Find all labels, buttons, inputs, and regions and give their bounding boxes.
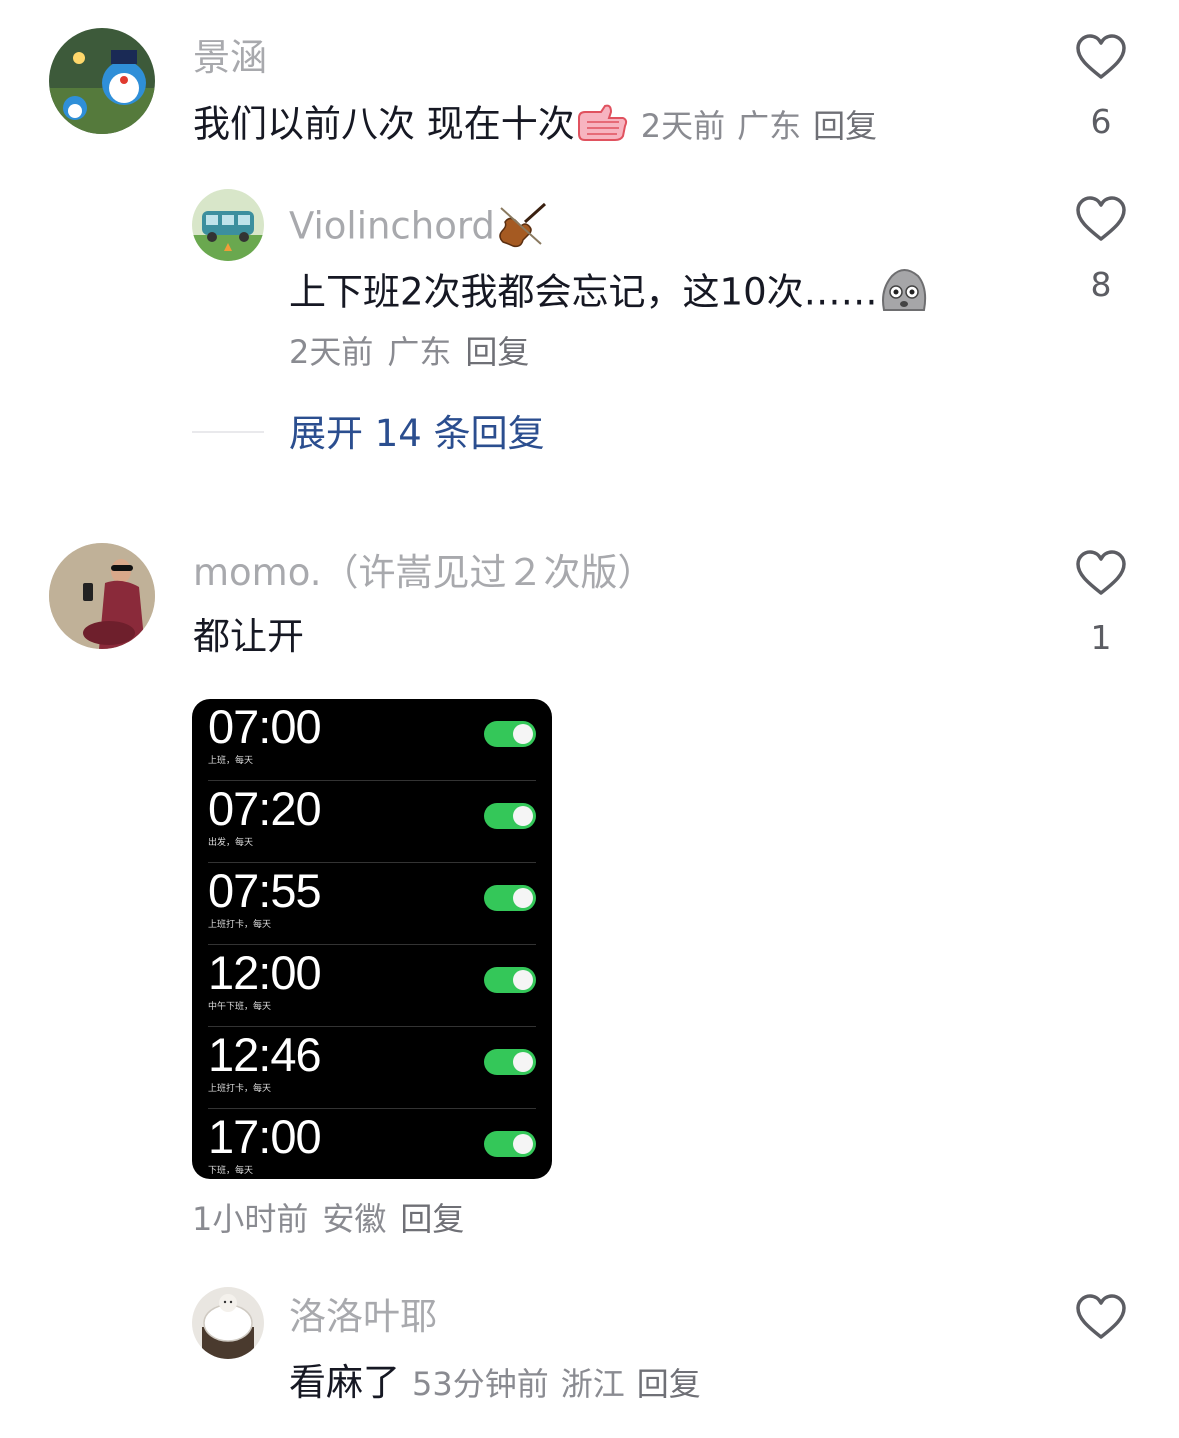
alarm-toggle [484,885,536,911]
comment-username[interactable]: 景涵 [193,39,267,76]
reply-location: 浙江 [560,1365,625,1403]
reply-meta: 2天前 广东 回复 [289,336,543,368]
reply-button[interactable]: 回复 [400,1200,464,1238]
alarm-row: 17:00 下班，每天 [192,1109,552,1179]
reply-time: 2天前 [289,333,374,371]
reply-username-line: Violinchord [289,200,551,256]
alarm-time: 07:55 [208,864,322,917]
expand-divider [192,431,264,433]
avatar-image [49,28,155,134]
alarm-toggle [484,1131,536,1157]
comment-username[interactable]: momo.（许嵩见过２次版） [193,554,654,591]
comment-text: 我们以前八次 现在十次 [193,102,575,146]
thumbs-up-emoji-icon [575,104,629,148]
alarm-row: 07:00 上班，每天 [192,699,552,781]
alarm-time: 12:46 [208,1028,322,1081]
alarm-row: 12:46 上班打卡，每天 [192,1027,552,1109]
avatar-image [192,1287,264,1359]
alarm-toggle [484,967,536,993]
reply-text: 看麻了 [289,1361,400,1404]
comment-image-attachment[interactable]: 07:00 上班，每天 07:20 出发，每天 07:55 上班打卡，每天 12… [192,699,552,1179]
reply-username[interactable]: Violinchord [289,205,495,248]
shocked-face-emoji-icon [878,266,930,322]
comment-time: 1小时前 [192,1200,309,1238]
comment-location: 广东 [737,106,802,145]
reply-button[interactable]: 回复 [813,107,877,145]
avatar-image [49,543,155,649]
alarm-label: 上班打卡，每天 [208,1084,272,1094]
like-count: 6 [1090,102,1112,141]
comment-text-line: 我们以前八次 现在十次 2天前 广东 回复 [193,104,889,148]
reply-button[interactable]: 回复 [637,1365,701,1403]
heart-icon [1076,196,1126,241]
like-button[interactable] [1066,195,1136,243]
alarm-label: 中午下班，每天 [208,1002,272,1012]
reply-location: 广东 [387,333,452,371]
reply-time: 53分钟前 [412,1365,549,1403]
avatar[interactable] [192,189,264,261]
expand-replies-button[interactable]: 展开 14 条回复 [289,415,545,452]
comment-location: 安徽 [322,1200,387,1238]
reply-button[interactable]: 回复 [465,333,529,371]
alarm-label: 上班，每天 [208,756,254,766]
alarm-time: 12:00 [208,946,322,999]
like-count: 8 [1090,265,1112,304]
alarm-toggle [484,721,536,747]
comment-time: 2天前 [640,106,726,145]
alarm-row: 07:55 上班打卡，每天 [192,863,552,945]
alarm-label: 上班打卡，每天 [208,920,272,930]
alarm-label: 下班，每天 [208,1166,254,1176]
heart-icon [1076,34,1126,79]
heart-icon [1076,1294,1126,1339]
avatar[interactable] [49,28,155,134]
avatar[interactable] [49,543,155,649]
alarm-row: 12:00 中午下班，每天 [192,945,552,1027]
comment-meta: 1小时前 安徽 回复 [192,1203,478,1235]
reply-text-line: 看麻了 53分钟前 浙江 回复 [289,1364,713,1401]
alarm-time: 07:00 [208,700,322,753]
like-button[interactable] [1066,1293,1136,1341]
alarm-toggle [484,1049,536,1075]
avatar[interactable] [192,1287,264,1359]
avatar-image [192,189,264,261]
like-button[interactable] [1066,33,1136,81]
violin-emoji-icon [495,200,551,256]
reply-text-line: 上下班2次我都会忘记，这10次…… [289,266,930,322]
heart-icon [1076,550,1126,595]
like-count: 1 [1090,618,1112,657]
alarm-time: 17:00 [208,1110,322,1163]
like-button[interactable] [1066,549,1136,597]
alarm-toggle [484,803,536,829]
alarm-label: 出发，每天 [208,838,254,848]
alarm-row: 07:20 出发，每天 [192,781,552,863]
comment-text: 都让开 [193,615,304,658]
reply-username[interactable]: 洛洛叶耶 [289,1298,437,1335]
alarm-time: 07:20 [208,782,322,835]
reply-text: 上下班2次我都会忘记，这10次…… [289,270,878,314]
